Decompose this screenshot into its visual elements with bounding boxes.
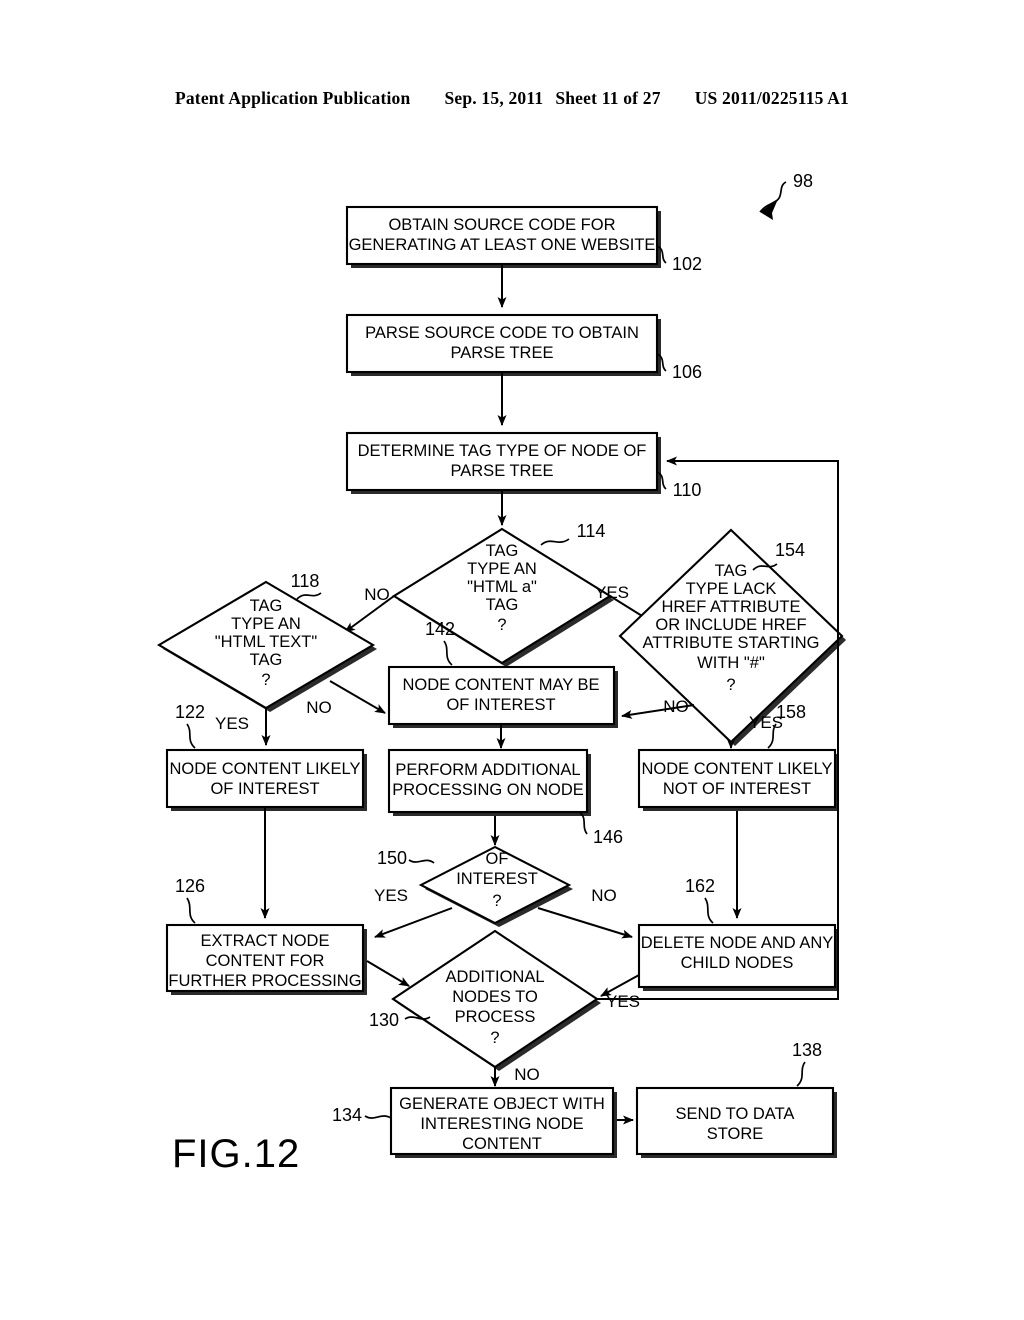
edge-label-154-no: NO <box>663 697 689 716</box>
edge-label-150-yes: YES <box>374 886 408 905</box>
node-150-line3: ? <box>492 892 501 910</box>
node-154: TAG TYPE LACK HREF ATTRIBUTE OR INCLUDE … <box>618 528 846 746</box>
node-158-line2: NOT OF INTEREST <box>663 780 811 798</box>
node-106-line2: PARSE TREE <box>450 344 553 362</box>
node-114-line3: "HTML a" <box>467 578 537 596</box>
ref-138-text: 138 <box>792 1040 822 1060</box>
node-122-line2: OF INTEREST <box>210 780 319 798</box>
node-118-line2: TYPE AN <box>231 615 301 633</box>
node-142-line2: OF INTEREST <box>446 696 555 714</box>
ref-118-text: 118 <box>291 571 320 591</box>
node-118-line1: TAG <box>250 597 283 615</box>
ref-122-text: 122 <box>175 702 205 722</box>
node-130-line3: PROCESS <box>455 1008 536 1026</box>
ref-162-text: 162 <box>685 876 715 896</box>
ref-106-text: 106 <box>672 362 702 382</box>
node-134: GENERATE OBJECT WITH INTERESTING NODE CO… <box>332 1086 617 1158</box>
node-126-line3: FURTHER PROCESSING <box>168 972 361 990</box>
node-154-line5: ATTRIBUTE STARTING <box>643 634 820 652</box>
node-138-line2: STORE <box>707 1125 764 1143</box>
node-114-line1: TAG <box>486 542 519 560</box>
edge-label-130-no: NO <box>514 1065 540 1084</box>
node-114-line4: TAG <box>486 596 519 614</box>
node-146-line2: PROCESSING ON NODE <box>392 781 584 799</box>
node-110: DETERMINE TAG TYPE OF NODE OF PARSE TREE… <box>345 431 702 500</box>
node-102: OBTAIN SOURCE CODE FOR GENERATING AT LEA… <box>345 205 702 274</box>
node-162-line2: CHILD NODES <box>681 954 794 972</box>
node-118-line5: ? <box>261 671 270 689</box>
edge-label-150-no: NO <box>591 886 617 905</box>
ref-134-text: 134 <box>332 1105 362 1125</box>
ref-146-text: 146 <box>593 827 623 847</box>
node-130-line2: NODES TO <box>452 988 538 1006</box>
node-138-line1: SEND TO DATA <box>676 1105 795 1123</box>
node-154-line3: HREF ATTRIBUTE <box>661 598 800 616</box>
node-118-line3: "HTML TEXT" <box>215 633 318 651</box>
node-162-line1: DELETE NODE AND ANY <box>641 934 834 952</box>
node-122-line1: NODE CONTENT LIKELY <box>169 760 360 778</box>
ref-110-text: 110 <box>673 480 702 500</box>
node-106-line1: PARSE SOURCE CODE TO OBTAIN <box>365 324 639 342</box>
edge-126-to-130 <box>366 960 410 987</box>
node-110-line2: PARSE TREE <box>450 462 553 480</box>
ref-98-text: 98 <box>793 171 813 191</box>
edge-label-118-no: NO <box>306 698 332 717</box>
node-126-line2: CONTENT FOR <box>206 952 325 970</box>
node-118: TAG TYPE AN "HTML TEXT" TAG ? 118 <box>156 571 377 712</box>
ref-102-text: 102 <box>672 254 702 274</box>
figure-label: FIG.12 <box>172 1132 300 1176</box>
node-150-line1: OF <box>486 850 509 868</box>
node-126: EXTRACT NODE CONTENT FOR FURTHER PROCESS… <box>165 876 367 995</box>
ref-130-text: 130 <box>369 1010 399 1030</box>
node-162: DELETE NODE AND ANY CHILD NODES 162 <box>637 876 839 991</box>
node-118-line4: TAG <box>250 651 283 669</box>
ref-126-text: 126 <box>175 876 205 896</box>
node-126-line1: EXTRACT NODE <box>201 932 330 950</box>
node-114: TAG TYPE AN "HTML a" TAG ? 114 <box>392 521 614 667</box>
ref-154-text: 154 <box>775 540 805 560</box>
node-158-line1: NODE CONTENT LIKELY <box>641 760 832 778</box>
node-114-line5: ? <box>497 616 506 634</box>
node-110-line1: DETERMINE TAG TYPE OF NODE OF <box>358 442 647 460</box>
node-146: PERFORM ADDITIONAL PROCESSING ON NODE 14… <box>387 748 623 847</box>
diagram-ref-98: 98 <box>759 171 813 220</box>
node-130-line4: ? <box>490 1029 499 1047</box>
node-134-line1: GENERATE OBJECT WITH <box>399 1095 605 1113</box>
ref-114-text: 114 <box>577 521 606 541</box>
node-150-line2: INTEREST <box>456 870 538 888</box>
node-154-line4: OR INCLUDE HREF <box>655 616 806 634</box>
edge-label-114-no: NO <box>364 585 390 604</box>
edge-label-130-yes: YES <box>606 992 640 1011</box>
edge-label-114-yes: YES <box>595 583 629 602</box>
node-130-line1: ADDITIONAL <box>445 968 544 986</box>
node-138: SEND TO DATA STORE 138 <box>635 1040 837 1158</box>
node-154-line7: ? <box>726 676 735 694</box>
node-134-line2: INTERESTING NODE <box>420 1115 583 1133</box>
node-102-line2: GENERATING AT LEAST ONE WEBSITE <box>349 236 656 254</box>
edge-label-118-yes: YES <box>215 714 249 733</box>
flowchart-svg: 98 OBTAIN SOURCE CODE FOR GENERATING AT … <box>156 171 846 1176</box>
node-154-line6: WITH "#" <box>697 654 765 672</box>
edge-150-no-to-162 <box>537 907 633 939</box>
ref-158-text: 158 <box>776 702 806 722</box>
ref-142-text: 142 <box>425 619 455 639</box>
node-154-line2: TYPE LACK <box>686 580 777 598</box>
node-130: ADDITIONAL NODES TO PROCESS ? 130 <box>369 929 601 1071</box>
edge-118-no-to-142 <box>329 680 386 714</box>
node-114-line2: TYPE AN <box>467 560 537 578</box>
node-134-line3: CONTENT <box>462 1135 542 1153</box>
edge-150-yes-to-126 <box>374 907 453 938</box>
node-154-line1: TAG <box>715 562 748 580</box>
node-102-line1: OBTAIN SOURCE CODE FOR <box>388 216 615 234</box>
patent-figure-page: Patent Application Publication Sep. 15, … <box>0 0 1024 1320</box>
node-106: PARSE SOURCE CODE TO OBTAIN PARSE TREE 1… <box>345 313 702 382</box>
node-142-line1: NODE CONTENT MAY BE <box>402 676 599 694</box>
node-146-line1: PERFORM ADDITIONAL <box>395 761 580 779</box>
ref-150-text: 150 <box>377 848 407 868</box>
